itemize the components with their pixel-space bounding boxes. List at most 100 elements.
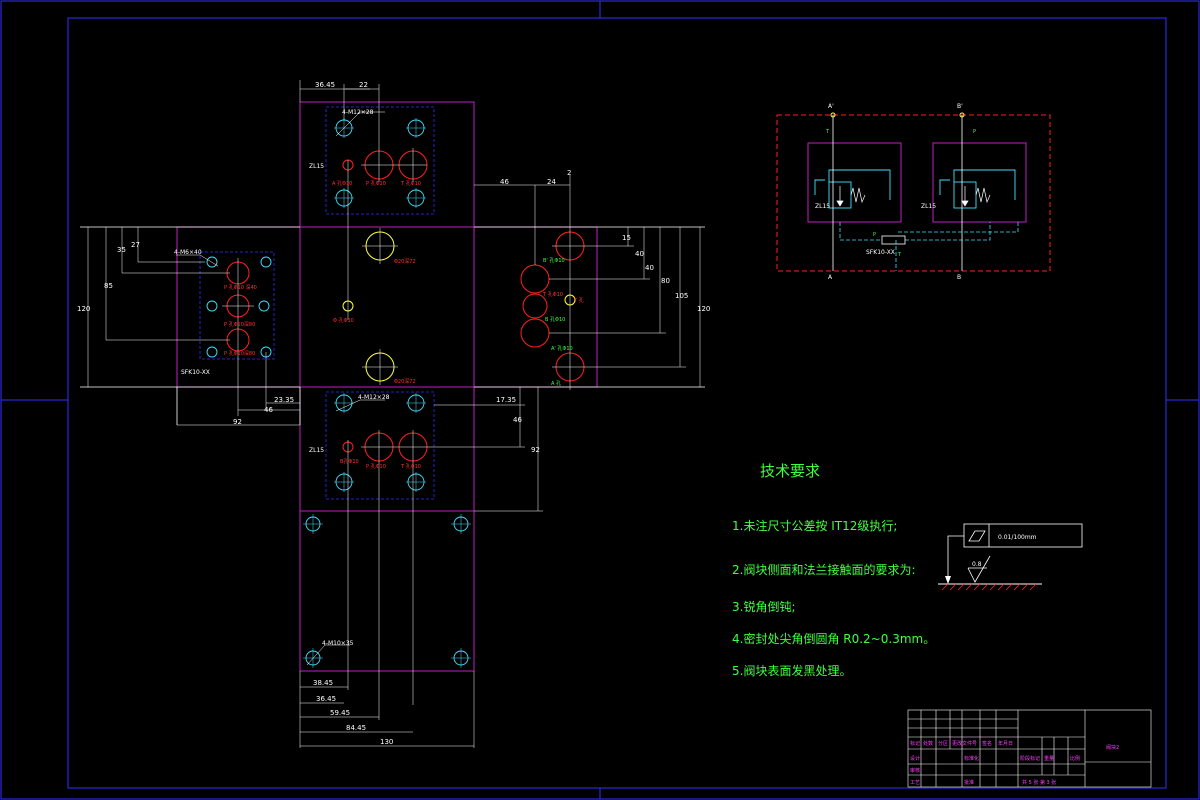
tb-review: 审核 <box>910 767 920 774</box>
hydraulic-schematic: A' B' A B T P P T ZL15 ZL15 SFK10-XX <box>776 103 1051 281</box>
drawing-frame <box>0 0 1200 800</box>
dim-flange-1: 38.45 <box>313 679 333 687</box>
tolerance-value: 0.01/100mm <box>998 534 1037 541</box>
right-port-a3: A 孔 <box>551 380 561 387</box>
side-outlines <box>80 226 705 425</box>
dim-top-b: 22 <box>359 81 368 89</box>
requirement-5: 5.阀块表面发黑处理。 <box>732 663 851 678</box>
right-port-a2: A' 孔Φ10 <box>551 345 573 352</box>
tb-scale: 比例 <box>1070 755 1080 762</box>
left-sfk-label: SFK10-XX <box>181 369 210 376</box>
top-port-t: T 孔Φ10 <box>400 180 421 187</box>
dim-right-24: 24 <box>547 178 556 186</box>
tb-design: 设计 <box>910 755 920 762</box>
dim-left-120: 120 <box>77 305 90 313</box>
tb-zone: 分区 <box>938 740 948 747</box>
requirement-2: 2.阀块侧面和法兰接触面的要求为: <box>732 562 916 577</box>
dim-flange-3: 59.45 <box>330 709 350 717</box>
left-port-2: P 孔Φ10深80 <box>224 321 255 328</box>
center-hole-mid: Φ 孔Φ10 <box>333 317 354 324</box>
technical-requirements: 技术要求 1.未注尺寸公差按 IT12级执行; 2.阀块侧面和法兰接触面的要求为… <box>732 462 935 678</box>
dim-flange-4: 84.45 <box>346 724 366 732</box>
top-port-a: A 孔Φ10 <box>332 180 352 187</box>
center-hole-bottom: Φ20深72 <box>394 378 416 385</box>
right-block <box>520 175 588 390</box>
dim-right-2: 2 <box>567 169 571 177</box>
center-hole-top: Φ20深72 <box>394 258 416 265</box>
top-block <box>325 106 435 215</box>
dim-bottom-46: 46 <box>513 416 522 424</box>
dim-flange-5: 130 <box>380 738 393 746</box>
dim-right-40a: 40 <box>635 250 644 258</box>
tb-approve: 批准 <box>964 779 974 786</box>
schem-valve2: ZL15 <box>921 203 936 210</box>
tb-mark: 标记 <box>910 740 920 747</box>
top-port-p: P 孔Φ10 <box>366 180 386 187</box>
requirements-title: 技术要求 <box>760 462 820 480</box>
tb-weight: 重量 <box>1044 755 1054 762</box>
dimension-lines <box>87 80 701 748</box>
roughness-value: 0.8 <box>972 561 982 568</box>
left-thread-label: 4-M6×40 <box>174 249 202 256</box>
dim-left-2335: 23.35 <box>274 396 294 404</box>
schem-t1: T <box>825 129 830 135</box>
top-valve-label: ZL15 <box>309 163 324 170</box>
dim-left-46: 46 <box>264 406 273 414</box>
dim-right-105: 105 <box>675 292 688 300</box>
schem-check-valve: SFK10-XX <box>866 249 895 256</box>
schem-port-b-prime: B' <box>957 103 963 110</box>
tb-count: 处数 <box>923 740 933 747</box>
schem-t2: T <box>897 252 902 258</box>
dimension-texts: 36.45 22 35 27 85 120 23.35 46 92 46 24 … <box>77 81 710 746</box>
right-port-b2: B 孔Φ10 <box>545 316 565 323</box>
tb-date: 年月日 <box>998 740 1013 747</box>
right-port-b: B' 孔Φ10 <box>543 257 565 264</box>
title-block-text: 标记 处数 分区 更改文件号 签名 年月日 设计 标准化 阶段标记 重量 比例 … <box>910 740 1119 786</box>
bottom-thread-label: 4-M12×28 <box>358 394 390 401</box>
requirement-3: 3.锐角倒钝; <box>732 600 796 614</box>
requirement-1: 1.未注尺寸公差按 IT12级执行; <box>732 518 897 533</box>
dim-left-92: 92 <box>233 418 242 426</box>
right-port-t2: T 孔 <box>573 297 584 304</box>
dim-left-27: 27 <box>131 241 140 249</box>
dim-right-120: 120 <box>697 305 710 313</box>
flange-thread-label: 4-M10×35 <box>322 640 354 647</box>
dim-top-a: 36.45 <box>315 81 335 89</box>
center-face <box>299 226 475 388</box>
bottom-port-x: B孔Φ10 <box>340 458 359 465</box>
right-port-t1: T 孔Φ10 <box>542 291 563 298</box>
dim-right-15: 15 <box>622 234 631 242</box>
tb-sheet: 共 5 张 第 3 张 <box>1022 779 1056 786</box>
right-face <box>473 226 598 388</box>
dim-left-85: 85 <box>104 282 113 290</box>
tb-change-doc: 更改文件号 <box>952 740 977 747</box>
left-port-1: P 孔Φ10 深40 <box>224 284 257 291</box>
dim-bottom-92: 92 <box>531 446 540 454</box>
dim-right-80: 80 <box>661 277 670 285</box>
schem-port-a: A <box>828 274 833 281</box>
left-port-3: P 孔Φ10深80 <box>224 350 255 357</box>
tolerance-symbol: 0.01/100mm 0.8 <box>938 523 1083 591</box>
requirement-4: 4.密封处尖角倒圆角 R0.2~0.3mm。 <box>732 631 935 646</box>
tb-stage: 阶段标记 <box>1020 755 1040 762</box>
top-thread-label: 4-M12×28 <box>342 109 374 116</box>
tb-standard: 标准化 <box>964 755 979 762</box>
schem-valve1: ZL15 <box>815 203 830 210</box>
schem-p2: P <box>973 129 976 135</box>
dim-right-40b: 40 <box>645 264 654 272</box>
left-block <box>199 251 275 416</box>
block-outlines <box>176 101 598 672</box>
tb-sign: 签名 <box>982 740 992 747</box>
dim-flange-2: 36.45 <box>316 695 336 703</box>
dim-bottom-1735: 17.35 <box>496 396 516 404</box>
dim-right-46: 46 <box>500 178 509 186</box>
drawing-name: 阀块2 <box>1106 744 1119 751</box>
bottom-port-p: P 孔Φ10 <box>366 463 386 470</box>
schem-port-a-prime: A' <box>828 103 834 110</box>
schem-p1: P <box>873 232 876 238</box>
bottom-valve-label: ZL15 <box>309 447 324 454</box>
dim-left-35: 35 <box>117 246 126 254</box>
flange-face <box>299 510 475 672</box>
schem-port-b: B <box>957 274 961 281</box>
cad-drawing-canvas: 36.45 22 35 27 85 120 23.35 46 92 46 24 … <box>0 0 1200 800</box>
